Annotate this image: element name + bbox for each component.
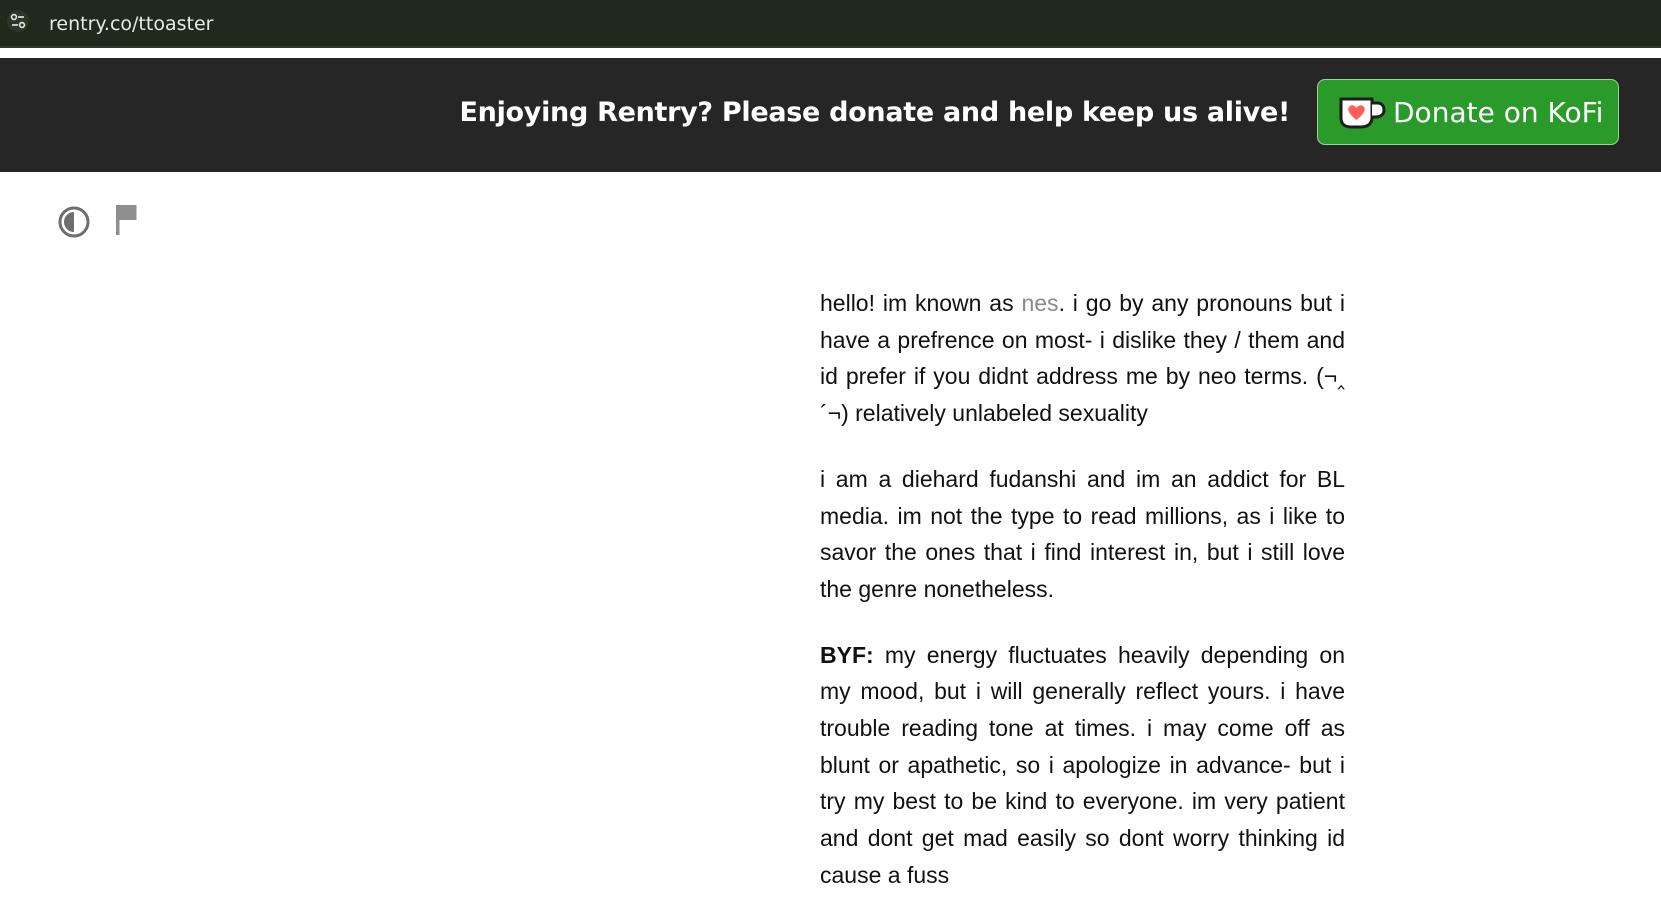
donate-banner: Enjoying Rentry? Please donate and help … [0, 58, 1661, 172]
intro-paragraph: hello! im known as nes. i go by any pron… [820, 285, 1345, 432]
interests-paragraph: i am a diehard fudanshi and im an addict… [820, 465, 1345, 602]
url-field[interactable]: rentry.co/ttoaster [49, 12, 213, 36]
article-body: hello! im known as nes. i go by any pron… [820, 285, 1345, 923]
tune-icon[interactable] [7, 10, 29, 32]
banner-message: Enjoying Rentry? Please donate and help … [459, 97, 1291, 128]
donate-button-label: Donate on KoFi [1393, 96, 1604, 129]
intro-text-start: hello! im known as [820, 290, 1022, 316]
browser-address-bar: rentry.co/ttoaster [0, 0, 1661, 48]
donate-kofi-button[interactable]: Donate on KoFi [1317, 79, 1619, 145]
byf-text: my energy fluctuates heavily depending o… [820, 641, 1345, 888]
kofi-cup-icon [1339, 97, 1386, 129]
flag-icon[interactable] [115, 205, 139, 237]
byf-paragraph: BYF: my energy fluctuates heavily depend… [820, 637, 1345, 894]
nickname: nes [1021, 290, 1059, 316]
byf-label: BYF: [820, 641, 874, 668]
half-circle-icon[interactable] [57, 205, 91, 239]
